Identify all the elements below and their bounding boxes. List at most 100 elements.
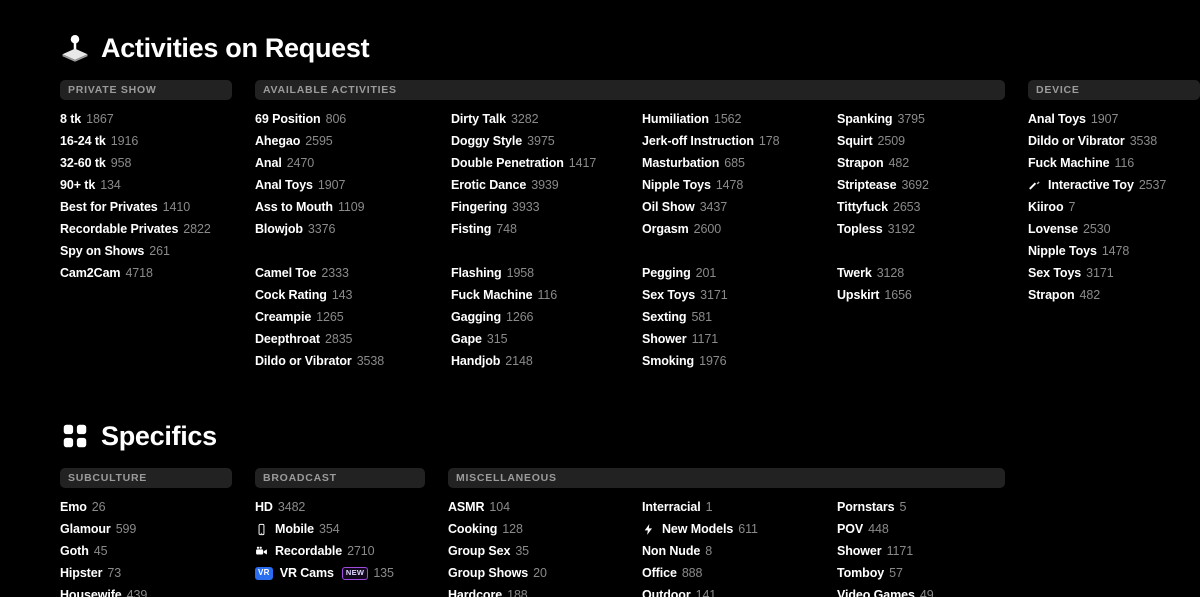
list-item[interactable]: Mobile 354 <box>255 518 394 540</box>
list-item[interactable]: Interracial 1 <box>642 496 758 518</box>
list-item-count: 116 <box>537 288 558 302</box>
list-item[interactable]: Strapon 482 <box>837 152 929 174</box>
list-item[interactable]: Gape 315 <box>451 328 596 350</box>
list-item[interactable]: Deepthroat 2835 <box>255 328 384 350</box>
list-item[interactable]: Oil Show 3437 <box>642 196 779 218</box>
list-item[interactable]: Jerk-off Instruction 178 <box>642 130 780 152</box>
list-item-label: 8 tk <box>60 112 82 126</box>
new-badge: NEW <box>341 566 369 580</box>
list-item[interactable]: Striptease 3692 <box>837 174 929 196</box>
list-item[interactable]: Cam2Cam 4718 <box>60 262 211 284</box>
list-item[interactable]: Squirt 2509 <box>837 130 929 152</box>
list-item[interactable]: Sex Toys 3171 <box>1028 262 1166 284</box>
list-item[interactable]: Humiliation 1562 <box>642 108 779 130</box>
list-item[interactable]: POV 448 <box>837 518 934 540</box>
list-item[interactable]: Office 888 <box>642 562 758 584</box>
list-item[interactable]: Spy on Shows 261 <box>60 240 211 262</box>
list-item[interactable]: Glamour 599 <box>60 518 147 540</box>
list-item-label: 69 Position <box>255 112 321 126</box>
list-item[interactable]: Dildo or Vibrator 3538 <box>1028 130 1166 152</box>
list-item-count: 354 <box>318 522 340 536</box>
list-item[interactable]: New Models 611 <box>642 518 758 540</box>
sections-host: Activities on Request PRIVATE SHOW AVAILAB… <box>0 0 1200 597</box>
list-item[interactable]: Shower 1171 <box>642 328 779 350</box>
list-item[interactable]: Topless 3192 <box>837 218 929 240</box>
list-item[interactable]: Video Games 49 <box>837 584 934 597</box>
list-item[interactable]: Tomboy 57 <box>837 562 934 584</box>
list-item[interactable]: Upskirt 1656 <box>837 284 929 306</box>
list-item[interactable]: Pegging 201 <box>642 262 779 284</box>
list-item[interactable]: Hardcore 188 <box>448 584 547 597</box>
list-item[interactable]: Dildo or Vibrator 3538 <box>255 350 384 372</box>
list-item[interactable]: Anal 2470 <box>255 152 384 174</box>
list-item[interactable]: Housewife 439 <box>60 584 147 597</box>
list-item[interactable]: Emo 26 <box>60 496 147 518</box>
list-item[interactable]: 8 tk 1867 <box>60 108 211 130</box>
list-item[interactable]: Pornstars 5 <box>837 496 934 518</box>
list-item-count: 3171 <box>1086 266 1114 280</box>
list-item[interactable]: 16-24 tk 1916 <box>60 130 211 152</box>
list-item[interactable]: Anal Toys 1907 <box>255 174 384 196</box>
list-item[interactable]: 69 Position 806 <box>255 108 384 130</box>
list-item[interactable]: Fuck Machine 116 <box>451 284 596 306</box>
list-item-count: 141 <box>695 588 717 597</box>
column-miscellaneous-2: Interracial 1 New Models 611 Non Nude 8 Office… <box>642 496 758 597</box>
list-item[interactable]: Group Sex 35 <box>448 540 547 562</box>
list-item-label: Outdoor <box>642 588 691 597</box>
list-item[interactable]: Shower 1171 <box>837 540 934 562</box>
list-item[interactable]: Kiiroo 7 <box>1028 196 1166 218</box>
list-item[interactable]: Twerk 3128 <box>837 262 929 284</box>
list-item[interactable]: Non Nude 8 <box>642 540 758 562</box>
list-item[interactable]: Blowjob 3376 <box>255 218 384 240</box>
list-item[interactable]: HD 3482 <box>255 496 394 518</box>
list-item[interactable]: Interactive Toy 2537 <box>1028 174 1166 196</box>
list-item[interactable]: Cooking 128 <box>448 518 547 540</box>
list-item[interactable]: Smoking 1976 <box>642 350 779 372</box>
list-item[interactable]: 32-60 tk 958 <box>60 152 211 174</box>
list-item[interactable]: Erotic Dance 3939 <box>451 174 596 196</box>
list-item-label: Camel Toe <box>255 266 317 280</box>
list-item[interactable]: Best for Privates 1410 <box>60 196 211 218</box>
list-item[interactable]: Doggy Style 3975 <box>451 130 596 152</box>
list-item-label: Strapon <box>837 156 884 170</box>
list-item[interactable]: Sex Toys 3171 <box>642 284 779 306</box>
list-item[interactable]: Masturbation 685 <box>642 152 779 174</box>
list-item[interactable]: Nipple Toys 1478 <box>642 174 779 196</box>
list-item-label: Office <box>642 566 677 580</box>
list-item[interactable]: Fingering 3933 <box>451 196 596 218</box>
list-item[interactable]: Goth 45 <box>60 540 147 562</box>
list-item[interactable]: Anal Toys 1907 <box>1028 108 1166 130</box>
list-item[interactable]: Cock Rating 143 <box>255 284 384 306</box>
list-item[interactable]: Camel Toe 2333 <box>255 262 384 284</box>
list-item[interactable]: Flashing 1958 <box>451 262 596 284</box>
list-item[interactable]: Group Shows 20 <box>448 562 547 584</box>
list-item[interactable]: Double Penetration 1417 <box>451 152 596 174</box>
list-item-label: New Models <box>662 522 734 536</box>
list-item[interactable]: Gagging 1266 <box>451 306 596 328</box>
list-item[interactable]: VR VR Cams NEW 135 <box>255 562 394 584</box>
list-item[interactable]: Creampie 1265 <box>255 306 384 328</box>
list-item[interactable]: Handjob 2148 <box>451 350 596 372</box>
list-item[interactable]: Lovense 2530 <box>1028 218 1166 240</box>
group-header-private-show: PRIVATE SHOW <box>60 80 232 100</box>
list-item[interactable]: Fuck Machine 116 <box>1028 152 1166 174</box>
list-item[interactable]: Sexting 581 <box>642 306 779 328</box>
list-item[interactable]: Strapon 482 <box>1028 284 1166 306</box>
list-item[interactable]: Nipple Toys 1478 <box>1028 240 1166 262</box>
list-item[interactable]: Ahegao 2595 <box>255 130 384 152</box>
list-item[interactable]: Tittyfuck 2653 <box>837 196 929 218</box>
list-item[interactable]: Dirty Talk 3282 <box>451 108 596 130</box>
list-item[interactable]: Outdoor 141 <box>642 584 758 597</box>
list-item-count: 482 <box>888 156 910 170</box>
list-item-count: 2537 <box>1138 178 1167 192</box>
list-item[interactable]: Recordable 2710 <box>255 540 394 562</box>
list-item[interactable]: Recordable Privates 2822 <box>60 218 211 240</box>
list-item-label: Cock Rating <box>255 288 327 302</box>
list-item[interactable]: Ass to Mouth 1109 <box>255 196 384 218</box>
list-item[interactable]: ASMR 104 <box>448 496 547 518</box>
list-item[interactable]: 90+ tk 134 <box>60 174 211 196</box>
list-item[interactable]: Orgasm 2600 <box>642 218 779 240</box>
list-item[interactable]: Fisting 748 <box>451 218 596 240</box>
list-item[interactable]: Hipster 73 <box>60 562 147 584</box>
list-item[interactable]: Spanking 3795 <box>837 108 929 130</box>
